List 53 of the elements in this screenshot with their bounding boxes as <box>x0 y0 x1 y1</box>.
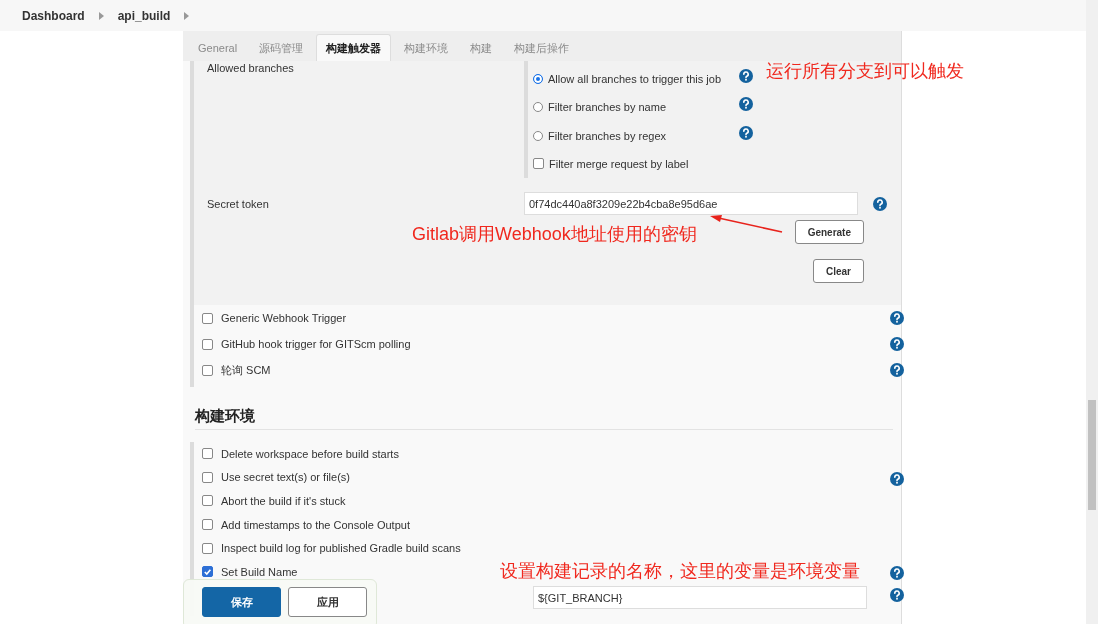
help-icon[interactable] <box>890 565 904 580</box>
checkbox[interactable] <box>202 542 213 554</box>
field-label: Secret token <box>206 197 270 210</box>
annotation-text: Gitlab调用Webhook地址使用的密钥 <box>412 223 697 246</box>
radio-button[interactable] <box>533 102 543 113</box>
option-label: Filter branches by name <box>548 101 666 114</box>
chevron-icon[interactable] <box>184 11 190 20</box>
annotation-text: 设置构建记录的名称，这里的变量是环境变量 <box>500 560 860 583</box>
option-label: Filter merge request by label <box>549 157 689 170</box>
checkbox[interactable] <box>202 566 213 578</box>
help-icon[interactable] <box>890 337 904 351</box>
checkbox[interactable] <box>202 519 213 531</box>
option-label: Add timestamps to the Console Output <box>221 518 410 531</box>
checkbox[interactable] <box>202 312 213 324</box>
breadcrumb-link[interactable]: api_build <box>117 8 171 23</box>
apply-button[interactable]: 应用 <box>288 587 367 617</box>
option-label: Set Build Name <box>221 565 298 578</box>
checkbox[interactable] <box>202 338 213 350</box>
option-label: Inspect build log for published Gradle build scans <box>221 542 461 555</box>
checkbox[interactable] <box>202 364 213 376</box>
option-label: Use secret text(s) or file(s) <box>221 471 350 484</box>
clear-button[interactable]: Clear <box>813 259 864 283</box>
option-label: Delete workspace before build starts <box>221 447 399 460</box>
token-field[interactable]: 0f74dc440a8f3209e22b4cba8e95d6ae <box>524 192 858 215</box>
save-button[interactable]: 保存 <box>202 587 281 617</box>
annotation-text: 运行所有分支到可以触发 <box>766 60 964 83</box>
option-label: 轮询 SCM <box>221 362 271 378</box>
generate-button[interactable]: Generate <box>794 220 864 244</box>
field-label: Allowed branches <box>206 61 295 76</box>
chevron-icon[interactable] <box>98 11 104 20</box>
help-icon[interactable] <box>873 196 887 211</box>
build-name-field[interactable]: ${GIT_BRANCH} <box>533 586 867 610</box>
checkbox[interactable] <box>202 471 213 483</box>
checkbox[interactable] <box>202 495 213 507</box>
breadcrumb-link[interactable]: Dashboard <box>22 8 85 23</box>
help-icon[interactable] <box>890 587 904 602</box>
help-icon[interactable] <box>739 97 753 112</box>
help-icon[interactable] <box>890 311 904 325</box>
tab[interactable]: 构建触发器 <box>316 34 392 61</box>
radio-button[interactable] <box>533 130 543 141</box>
section-heading: 构建环境 <box>195 407 893 430</box>
help-icon[interactable] <box>890 471 904 486</box>
help-icon[interactable] <box>890 363 904 377</box>
help-icon[interactable] <box>739 69 753 83</box>
option-label: GitHub hook trigger for GITScm polling <box>221 338 411 350</box>
option-label: Generic Webhook Trigger <box>221 312 347 324</box>
radio-button[interactable] <box>533 74 543 85</box>
option-label: Filter branches by regex <box>548 129 666 142</box>
help-icon[interactable] <box>739 125 753 140</box>
option-label: Allow all branches to trigger this job <box>548 73 722 86</box>
option-label: Abort the build if it's stuck <box>221 495 346 507</box>
checkbox[interactable] <box>533 158 544 170</box>
checkbox[interactable] <box>202 448 213 460</box>
